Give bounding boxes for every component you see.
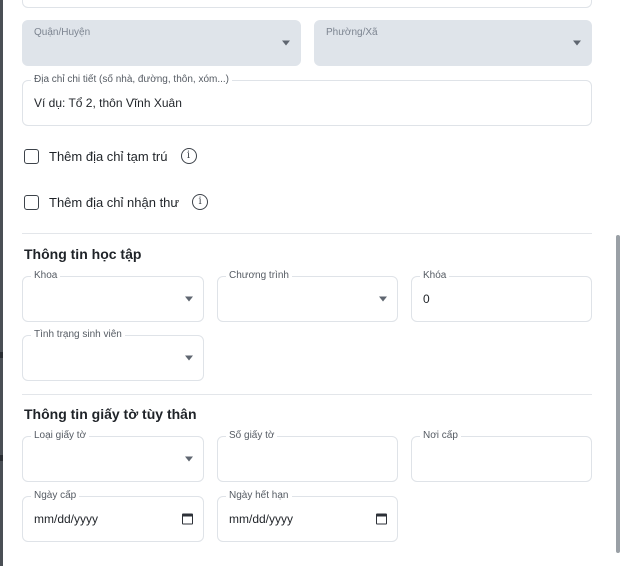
ward-select[interactable]: Phường/Xã — [314, 20, 592, 66]
student-status-select[interactable]: Tình trạng sinh viên — [22, 329, 204, 381]
chevron-down-icon — [185, 355, 193, 361]
temporary-address-checkbox[interactable] — [24, 148, 39, 164]
document-number-label: Số giấy tờ — [226, 430, 278, 442]
calendar-icon[interactable] — [182, 513, 193, 525]
section-divider — [22, 233, 592, 234]
chevron-down-icon — [282, 40, 290, 46]
faculty-select[interactable]: Khoa — [22, 270, 204, 322]
detail-address-label: Địa chỉ chi tiết (số nhà, đường, thôn, x… — [31, 74, 233, 86]
document-type-label: Loại giấy tờ — [31, 430, 90, 442]
chevron-down-icon — [573, 40, 581, 46]
section-divider — [22, 394, 592, 395]
expiry-date-label: Ngày hết hạn — [226, 490, 292, 502]
previous-field-remnant — [22, 0, 592, 8]
chevron-down-icon — [379, 296, 387, 302]
chevron-down-icon — [185, 456, 193, 462]
temporary-address-label: Thêm địa chỉ tạm trú — [49, 148, 168, 164]
mailing-address-label: Thêm địa chỉ nhận thư — [49, 194, 180, 210]
id-documents-title: Thông tin giấy tờ tùy thân — [24, 406, 197, 422]
cohort-label: Khóa — [420, 270, 450, 282]
left-edge-mark — [0, 455, 3, 461]
scrollbar-thumb[interactable] — [616, 235, 620, 553]
temporary-address-row: Thêm địa chỉ tạm trú i — [24, 146, 197, 166]
ward-label: Phường/Xã — [326, 27, 378, 38]
expiry-date-placeholder: mm/dd/yyyy — [229, 512, 294, 526]
calendar-icon[interactable] — [376, 513, 387, 525]
mailing-address-row: Thêm địa chỉ nhận thư i — [24, 192, 209, 212]
program-select[interactable]: Chương trình — [217, 270, 398, 322]
mailing-address-checkbox[interactable] — [24, 194, 39, 210]
document-type-select[interactable]: Loại giấy tờ — [22, 430, 204, 482]
issued-date-placeholder: mm/dd/yyyy — [34, 512, 99, 526]
detail-address-placeholder: Ví dụ: Tổ 2, thôn Vĩnh Xuân — [34, 96, 182, 110]
info-circle-icon[interactable]: i — [192, 194, 209, 210]
info-circle-icon[interactable]: i — [180, 148, 197, 164]
cohort-input[interactable]: Khóa 0 — [411, 270, 592, 322]
issued-date-input[interactable]: Ngày cấp mm/dd/yyyy — [22, 490, 204, 542]
faculty-label: Khoa — [31, 270, 61, 282]
expiry-date-input[interactable]: Ngày hết hạn mm/dd/yyyy — [217, 490, 398, 542]
program-label: Chương trình — [226, 270, 292, 282]
district-label: Quận/Huyện — [34, 27, 91, 38]
cohort-value: 0 — [423, 292, 430, 306]
study-info-title: Thông tin học tập — [24, 246, 142, 262]
district-select[interactable]: Quận/Huyện — [22, 20, 301, 66]
left-window-edge — [0, 0, 3, 566]
chevron-down-icon — [185, 296, 193, 302]
issued-date-label: Ngày cấp — [31, 490, 80, 502]
document-number-input[interactable]: Số giấy tờ — [217, 430, 398, 482]
student-status-label: Tình trạng sinh viên — [31, 329, 125, 341]
issued-place-input[interactable]: Nơi cấp — [411, 430, 592, 482]
issued-place-label: Nơi cấp — [420, 430, 461, 442]
detail-address-input[interactable]: Địa chỉ chi tiết (số nhà, đường, thôn, x… — [22, 74, 592, 126]
left-edge-mark — [0, 352, 3, 358]
